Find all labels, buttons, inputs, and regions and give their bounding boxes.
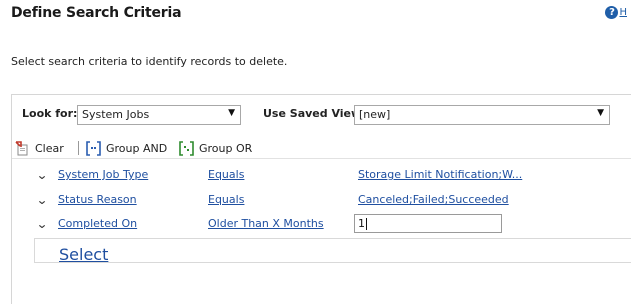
criteria-field-link[interactable]: System Job Type — [58, 168, 148, 181]
clear-icon — [15, 141, 29, 156]
help-button[interactable]: ? H — [605, 6, 627, 19]
criteria-row: ⌄ Completed On Older Than X Months 1 — [12, 214, 631, 236]
criteria-row: ⌄ Status Reason Equals Canceled;Failed;S… — [12, 190, 631, 212]
criteria-field-link[interactable]: Status Reason — [58, 193, 137, 206]
lookfor-value: System Jobs — [82, 108, 150, 121]
select-field-link[interactable]: Select — [59, 245, 108, 264]
chevron-down-icon[interactable]: ⌄ — [36, 168, 48, 182]
criteria-value-text: 1 — [358, 217, 365, 230]
page-title: Define Search Criteria — [11, 5, 182, 21]
criteria-value-link[interactable]: Storage Limit Notification;W... — [358, 168, 522, 181]
intro-text: Select search criteria to identify recor… — [11, 55, 288, 68]
group-or-button[interactable]: Group OR — [179, 140, 252, 156]
saved-view-label: Use Saved View: — [263, 107, 366, 120]
criteria-value-link[interactable]: Canceled;Failed;Succeeded — [358, 193, 509, 206]
page: Define Search Criteria ? H Select search… — [0, 0, 631, 304]
clear-label: Clear — [35, 141, 64, 155]
saved-view-select[interactable]: [new] ▼ — [354, 105, 610, 125]
chevron-down-icon[interactable]: ⌄ — [36, 193, 48, 207]
text-cursor — [366, 218, 367, 230]
criteria-field-link[interactable]: Completed On — [58, 217, 137, 230]
lookfor-label: Look for: — [22, 107, 78, 120]
add-criteria-row: Select — [34, 238, 631, 264]
lookfor-select[interactable]: System Jobs ▼ — [77, 105, 241, 125]
criteria-toolbar: Clear Group AND Group OR — [12, 135, 631, 159]
help-icon[interactable]: ? — [605, 6, 619, 19]
dropdown-arrow-icon: ▼ — [228, 108, 235, 118]
group-or-icon — [179, 141, 194, 156]
group-or-label: Group OR — [199, 141, 253, 155]
dropdown-arrow-icon: ▼ — [597, 108, 604, 118]
lookfor-row: Look for: System Jobs ▼ Use Saved View: … — [12, 95, 631, 131]
criteria-operator-link[interactable]: Equals — [208, 168, 244, 181]
criteria-panel: Look for: System Jobs ▼ Use Saved View: … — [11, 94, 631, 304]
criteria-row: ⌄ System Job Type Equals Storage Limit N… — [12, 165, 631, 187]
group-and-icon — [86, 141, 101, 156]
group-and-button[interactable]: Group AND — [86, 140, 167, 156]
toolbar-divider — [78, 141, 79, 155]
help-link[interactable]: H — [619, 7, 627, 18]
criteria-operator-link[interactable]: Older Than X Months — [208, 217, 324, 230]
criteria-value-input[interactable]: 1 — [354, 214, 502, 233]
clear-button[interactable]: Clear — [15, 140, 64, 156]
group-and-label: Group AND — [106, 141, 168, 155]
criteria-operator-link[interactable]: Equals — [208, 193, 244, 206]
chevron-down-icon[interactable]: ⌄ — [36, 217, 48, 231]
saved-view-value: [new] — [359, 108, 391, 121]
